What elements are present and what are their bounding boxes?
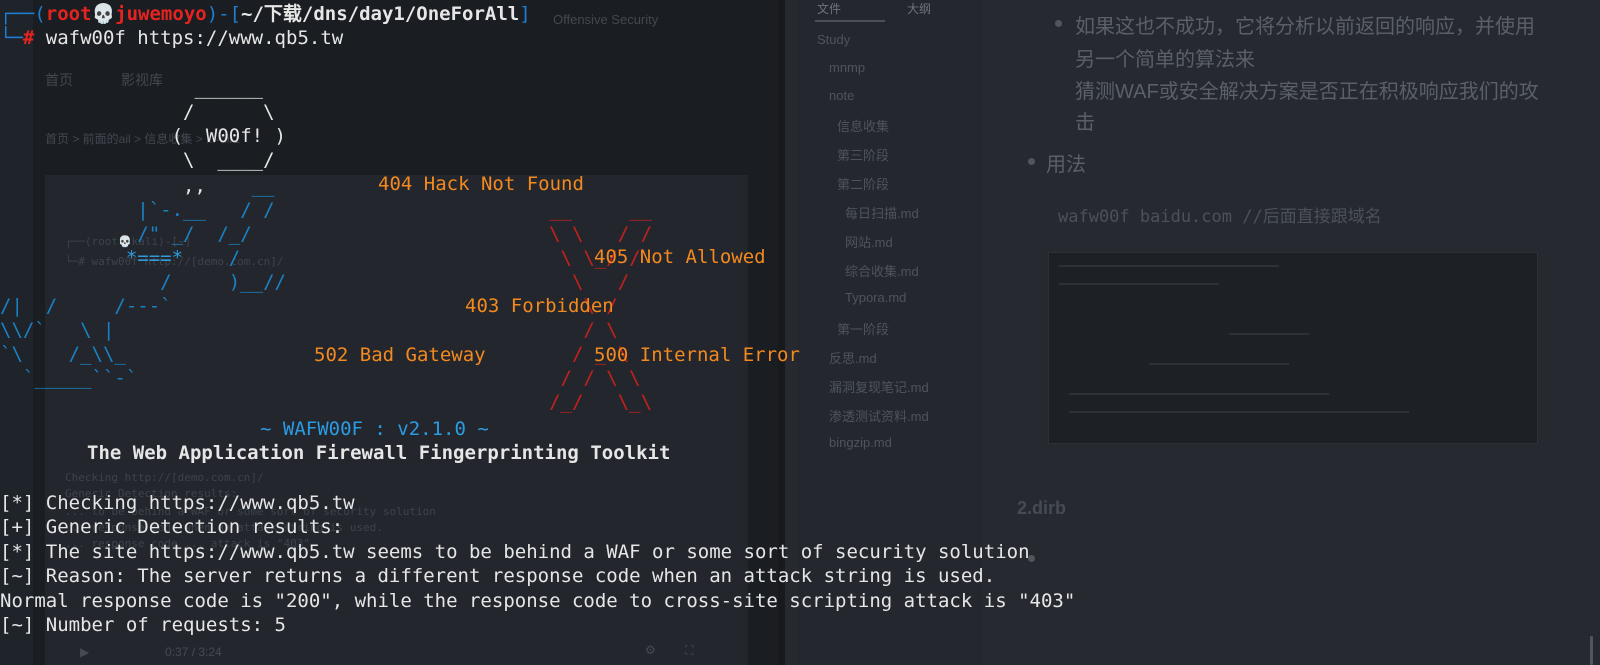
http-code-403: 403 Forbidden [465, 295, 614, 317]
command-line[interactable]: └─# wafw00f https://www.qb5.tw [0, 26, 343, 51]
ascii-x-line: / / \ \ [0, 367, 641, 389]
output-line: [~] Reason: The server returns a differe… [0, 565, 996, 587]
http-code-404: 404 Hack Not Found [378, 173, 584, 195]
tool-version-banner: ~ WAFW00F : v2.1.0 ~ [260, 418, 489, 440]
ascii-art-line: / \ [0, 101, 275, 123]
ascii-art-line: \ ____/ [0, 149, 275, 171]
prompt-user: root💀juwemoyo [45, 3, 207, 25]
http-code-500: 500 Internal Error [594, 344, 800, 366]
output-line: Normal response code is "200", while the… [0, 590, 1076, 612]
prompt-line: ┌──(root💀juwemoyo)-[~/下载/dns/day1/OneFor… [0, 3, 531, 25]
ascii-x-line: \ \ / / [0, 223, 653, 245]
http-code-405: 405 Not Allowed [594, 246, 766, 268]
http-code-502: 502 Bad Gateway [314, 344, 486, 366]
ascii-art-line: ______ [0, 77, 264, 99]
ascii-art-line: ,, __ [0, 175, 275, 197]
terminal-window[interactable]: ┌──(root💀juwemoyo)-[~/下载/dns/day1/OneFor… [0, 0, 1600, 665]
command-text: wafw00f https://www.qb5.tw [34, 27, 344, 49]
output-line: [*] Checking https://www.qb5.tw [0, 492, 355, 514]
ascii-x-line: / \ [0, 319, 618, 341]
ascii-x-line: \ / [0, 271, 630, 293]
prompt-path: ~/下载/dns/day1/OneForAll [241, 3, 520, 25]
ascii-x-line: \ \_/ / [0, 247, 641, 269]
output-line: [~] Number of requests: 5 [0, 614, 286, 636]
ascii-art-line: ( W00f! ) [0, 125, 286, 147]
ascii-x-line: /_/ \_\ [0, 391, 653, 413]
output-line: [*] The site https://www.qb5.tw seems to… [0, 541, 1030, 563]
output-line: [+] Generic Detection results: [0, 516, 344, 538]
ascii-x-line: __ __ [0, 199, 653, 221]
tool-subtitle: The Web Application Firewall Fingerprint… [87, 442, 671, 464]
